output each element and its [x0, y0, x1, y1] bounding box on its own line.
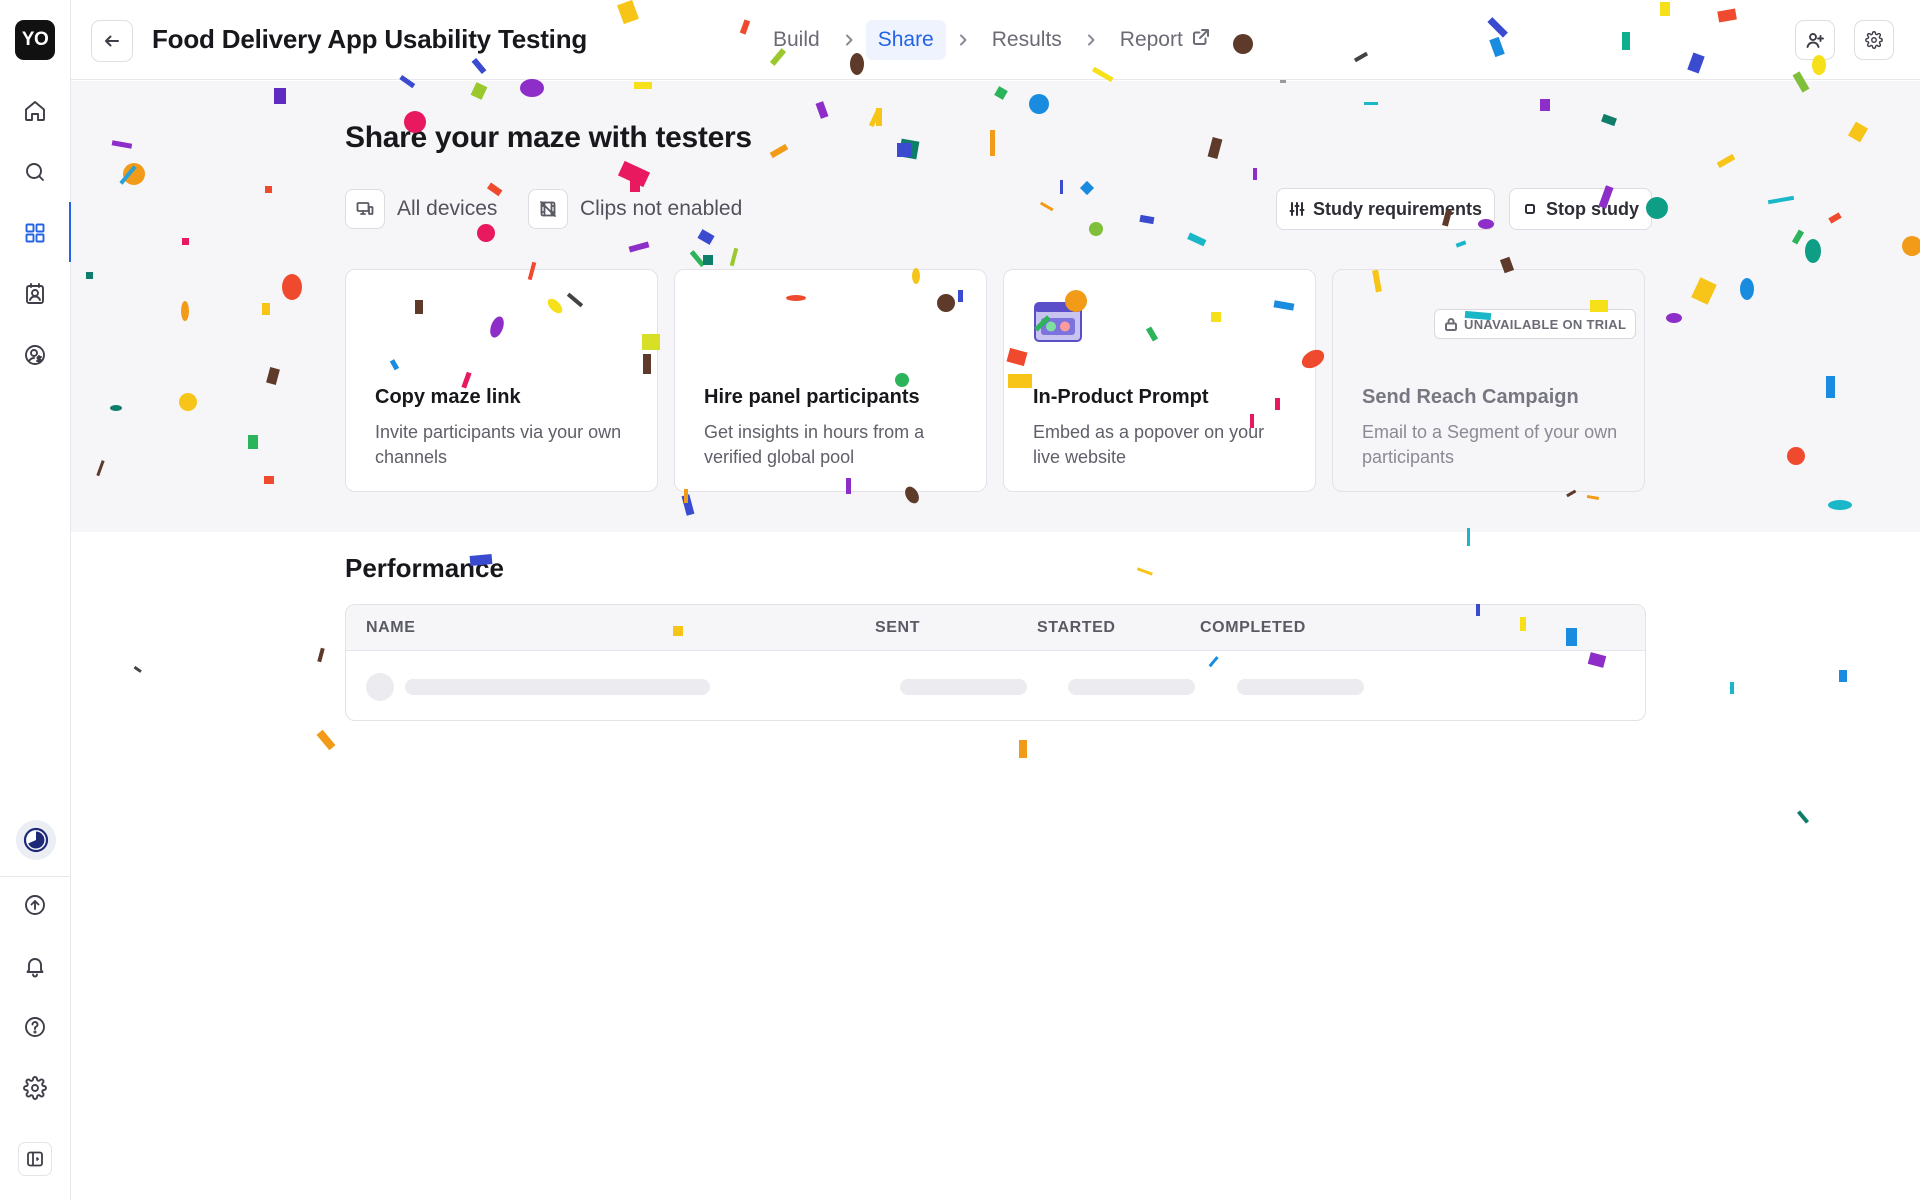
card-title: Send Reach Campaign — [1362, 386, 1579, 408]
user-plus-icon — [1806, 33, 1824, 48]
app-root: YO Food Delivery App Usability Testing B… — [0, 0, 1920, 1200]
sidebar-item-home[interactable] — [16, 92, 54, 130]
step-separator — [832, 33, 866, 47]
search-icon — [26, 163, 44, 181]
sliders-icon — [1289, 202, 1305, 216]
stop-icon — [1525, 204, 1535, 214]
card-title: Hire panel participants — [704, 386, 920, 408]
sidebar-divider — [0, 876, 71, 877]
step-navigation: Build Share Results Report — [761, 20, 1223, 60]
card-title: In-Product Prompt — [1033, 386, 1209, 408]
performance-heading: Performance — [345, 553, 504, 583]
grid-icon — [25, 223, 45, 243]
arrow-left-icon — [105, 35, 119, 47]
step-separator — [1074, 33, 1108, 47]
share-card-copy-link[interactable]: Copy maze link Invite participants via y… — [345, 269, 658, 492]
sidebar-collapse-icon — [27, 1151, 43, 1167]
unavailable-badge-label: UNAVAILABLE ON TRIAL — [1464, 316, 1627, 332]
top-bar: Food Delivery App Usability Testing Buil… — [71, 0, 1920, 80]
study-settings-button[interactable] — [1854, 20, 1894, 60]
loading-avatar-placeholder — [366, 673, 394, 701]
help-icon — [25, 1017, 45, 1037]
step-share[interactable]: Share — [865, 20, 946, 60]
sidebar-item-search[interactable] — [16, 153, 54, 191]
share-card-hire-panel[interactable]: Hire panel participants Get insights in … — [674, 269, 987, 492]
sidebar: YO — [0, 0, 72, 1200]
share-heading: Share your maze with testers — [345, 121, 752, 154]
lock-icon — [1445, 318, 1457, 331]
prompt-illustration-icon — [1034, 302, 1082, 342]
loading-completed-placeholder — [1237, 679, 1364, 695]
step-separator — [946, 33, 980, 47]
chevron-right-icon — [1087, 34, 1095, 46]
clips-chip[interactable]: Clips not enabled — [528, 189, 742, 229]
step-results[interactable]: Results — [980, 20, 1074, 60]
sidebar-item-projects[interactable] — [16, 214, 54, 252]
devices-icon — [356, 202, 374, 215]
column-header-completed: COMPLETED — [1200, 619, 1306, 636]
card-description: Invite participants via your own channel… — [375, 422, 622, 467]
sidebar-item-notifications[interactable] — [16, 947, 54, 985]
sidebar-item-settings[interactable] — [16, 1069, 54, 1107]
column-header-name: NAME — [366, 619, 416, 636]
card-title: Copy maze link — [375, 386, 521, 408]
loading-name-placeholder — [405, 679, 710, 695]
share-section: Share your maze with testers All devices… — [71, 81, 1920, 532]
sidebar-collapse-button[interactable] — [18, 1142, 52, 1176]
study-requirements-label: Study requirements — [1313, 198, 1483, 219]
devices-label: All devices — [397, 197, 498, 220]
step-results-label: Results — [991, 28, 1062, 51]
avatar[interactable]: YO — [15, 20, 55, 60]
card-description: Embed as a popover on your live website — [1033, 422, 1265, 467]
loading-sent-placeholder — [900, 679, 1027, 695]
card-description: Get insights in hours from a verified gl… — [704, 422, 925, 467]
sidebar-item-help[interactable] — [16, 1008, 54, 1046]
column-header-sent: SENT — [875, 619, 921, 636]
study-requirements-button[interactable]: Study requirements — [1276, 188, 1496, 230]
contacts-icon — [26, 283, 44, 304]
sidebar-item-participants[interactable] — [16, 275, 54, 313]
performance-table: NAME SENT STARTED COMPLETED — [345, 604, 1646, 721]
step-report-label: Report — [1119, 28, 1183, 51]
back-button[interactable] — [91, 20, 133, 62]
gear-icon — [1865, 31, 1883, 49]
external-link-icon — [1192, 29, 1209, 45]
sidebar-item-upload[interactable] — [16, 886, 54, 924]
sidebar-item-billing[interactable] — [16, 336, 54, 374]
stop-study-button[interactable]: Stop study — [1509, 188, 1652, 230]
chevron-right-icon — [959, 34, 967, 46]
card-description: Email to a Segment of your own participa… — [1362, 422, 1618, 467]
column-header-started: STARTED — [1037, 619, 1116, 636]
step-build[interactable]: Build — [761, 20, 832, 60]
bell-icon — [26, 958, 44, 978]
video-off-icon — [540, 201, 556, 217]
chevron-right-icon — [845, 34, 853, 46]
share-card-in-product-prompt[interactable]: In-Product Prompt Embed as a popover on … — [1003, 269, 1316, 492]
loading-started-placeholder — [1068, 679, 1195, 695]
devices-chip[interactable]: All devices — [345, 189, 497, 229]
step-build-label: Build — [773, 28, 820, 51]
sidebar-item-timer[interactable] — [16, 820, 56, 860]
user-dollar-icon — [25, 345, 45, 365]
table-header: NAME SENT STARTED COMPLETED — [346, 605, 1645, 651]
unavailable-badge: UNAVAILABLE ON TRIAL — [1434, 309, 1637, 339]
share-card-reach-campaign: UNAVAILABLE ON TRIAL Send Reach Campaign… — [1332, 269, 1645, 492]
step-report[interactable]: Report — [1108, 19, 1223, 61]
stop-study-label: Stop study — [1546, 198, 1639, 219]
upload-icon — [25, 895, 45, 915]
clock-icon — [23, 827, 49, 853]
study-title: Food Delivery App Usability Testing — [152, 24, 588, 54]
gear-icon — [23, 1076, 47, 1100]
home-icon — [25, 101, 45, 121]
invite-collaborator-button[interactable] — [1795, 20, 1835, 60]
step-share-label: Share — [877, 28, 934, 51]
clips-label: Clips not enabled — [580, 197, 743, 220]
share-options: Copy maze link Invite participants via y… — [345, 269, 1645, 492]
